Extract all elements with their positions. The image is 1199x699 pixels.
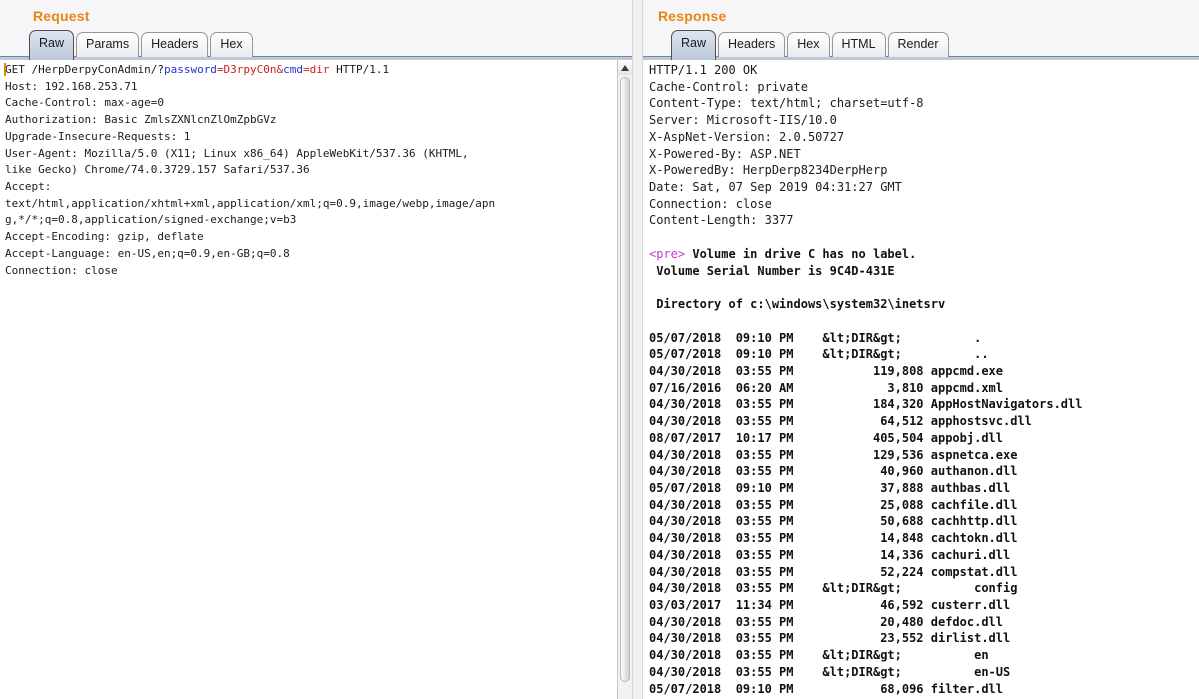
- text-line: 05/07/2018 09:10 PM 68,096 filter.dll: [649, 681, 1195, 698]
- text-line: like Gecko) Chrome/74.0.3729.157 Safari/…: [5, 162, 614, 179]
- request-tab-params[interactable]: Params: [76, 32, 139, 57]
- text-line: 04/30/2018 03:55 PM 25,088 cachfile.dll: [649, 497, 1195, 514]
- text-line: Accept-Encoding: gzip, deflate: [5, 229, 614, 246]
- request-tab-headers[interactable]: Headers: [141, 32, 208, 57]
- request-editor[interactable]: GET /HerpDerpyConAdmin/?password=D3rpyC0…: [0, 60, 632, 699]
- text-line: 03/03/2017 11:34 PM 46,592 custerr.dll: [649, 597, 1195, 614]
- response-panel-header: Response RawHeadersHexHTMLRender: [643, 0, 1199, 60]
- text-line: Directory of c:\windows\system32\inetsrv: [649, 296, 1195, 313]
- text-line: Date: Sat, 07 Sep 2019 04:31:27 GMT: [649, 179, 1195, 196]
- text-line: 04/30/2018 03:55 PM 129,536 aspnetca.exe: [649, 447, 1195, 464]
- request-panel-header: Request RawParamsHeadersHex: [0, 0, 632, 60]
- text-line: 04/30/2018 03:55 PM 64,512 apphostsvc.dl…: [649, 413, 1195, 430]
- text-line: 04/30/2018 03:55 PM 23,552 dirlist.dll: [649, 630, 1195, 647]
- response-tab-raw[interactable]: Raw: [671, 30, 716, 60]
- text-line: 05/07/2018 09:10 PM &lt;DIR&gt; .: [649, 330, 1195, 347]
- text-line: 04/30/2018 03:55 PM 50,688 cachhttp.dll: [649, 513, 1195, 530]
- panel-divider[interactable]: [632, 0, 643, 699]
- text-line: User-Agent: Mozilla/5.0 (X11; Linux x86_…: [5, 146, 614, 163]
- text-line: 08/07/2017 10:17 PM 405,504 appobj.dll: [649, 430, 1195, 447]
- text-line: Cache-Control: max-age=0: [5, 95, 614, 112]
- text-line: Connection: close: [5, 263, 614, 280]
- response-panel: Response RawHeadersHexHTMLRender HTTP/1.…: [643, 0, 1199, 699]
- response-tab-bar: RawHeadersHexHTMLRender: [671, 30, 951, 60]
- text-line: [649, 279, 1195, 296]
- scroll-up-button[interactable]: [618, 60, 632, 75]
- text-line: [649, 229, 1195, 246]
- text-line: 04/30/2018 03:55 PM 184,320 AppHostNavig…: [649, 396, 1195, 413]
- text-line: [649, 313, 1195, 330]
- response-panel-title: Response: [658, 8, 727, 24]
- text-line: X-PoweredBy: HerpDerp8234DerpHerp: [649, 162, 1195, 179]
- text-line: Accept:: [5, 179, 614, 196]
- text-line: Server: Microsoft-IIS/10.0: [649, 112, 1195, 129]
- request-panel: Request RawParamsHeadersHex GET /HerpDer…: [0, 0, 632, 699]
- text-line: Host: 192.168.253.71: [5, 79, 614, 96]
- request-tab-bar: RawParamsHeadersHex: [29, 30, 255, 60]
- response-raw-text[interactable]: HTTP/1.1 200 OKCache-Control: privateCon…: [643, 60, 1199, 697]
- response-viewer[interactable]: HTTP/1.1 200 OKCache-Control: privateCon…: [643, 60, 1199, 699]
- text-line: 04/30/2018 03:55 PM 14,848 cachtokn.dll: [649, 530, 1195, 547]
- text-line: 04/30/2018 03:55 PM &lt;DIR&gt; config: [649, 580, 1195, 597]
- text-line: Accept-Language: en-US,en;q=0.9,en-GB;q=…: [5, 246, 614, 263]
- text-line: X-Powered-By: ASP.NET: [649, 146, 1195, 163]
- text-line: 05/07/2018 09:10 PM 37,888 authbas.dll: [649, 480, 1195, 497]
- text-line: Volume Serial Number is 9C4D-431E: [649, 263, 1195, 280]
- text-line: Content-Length: 3377: [649, 212, 1195, 229]
- response-tab-headers[interactable]: Headers: [718, 32, 785, 57]
- text-line: HTTP/1.1 200 OK: [649, 62, 1195, 79]
- text-line: 04/30/2018 03:55 PM &lt;DIR&gt; en-US: [649, 664, 1195, 681]
- text-line: GET /HerpDerpyConAdmin/?password=D3rpyC0…: [5, 62, 614, 79]
- text-line: 04/30/2018 03:55 PM 119,808 appcmd.exe: [649, 363, 1195, 380]
- text-line: 04/30/2018 03:55 PM 20,480 defdoc.dll: [649, 614, 1195, 631]
- response-tab-hex[interactable]: Hex: [787, 32, 829, 57]
- request-tab-raw[interactable]: Raw: [29, 30, 74, 60]
- text-line: 05/07/2018 09:10 PM &lt;DIR&gt; ..: [649, 346, 1195, 363]
- text-line: g,*/*;q=0.8,application/signed-exchange;…: [5, 212, 614, 229]
- text-line: Authorization: Basic ZmlsZXNlcnZlOmZpbGV…: [5, 112, 614, 129]
- text-line: X-AspNet-Version: 2.0.50727: [649, 129, 1195, 146]
- text-line: Content-Type: text/html; charset=utf-8: [649, 95, 1195, 112]
- text-line: 04/30/2018 03:55 PM 52,224 compstat.dll: [649, 564, 1195, 581]
- request-panel-title: Request: [33, 8, 90, 24]
- response-tab-html[interactable]: HTML: [832, 32, 886, 57]
- request-scrollbar[interactable]: [617, 60, 632, 699]
- text-line: <pre> Volume in drive C has no label.: [649, 246, 1195, 263]
- request-raw-text[interactable]: GET /HerpDerpyConAdmin/?password=D3rpyC0…: [0, 60, 632, 279]
- text-line: Upgrade-Insecure-Requests: 1: [5, 129, 614, 146]
- text-line: 07/16/2016 06:20 AM 3,810 appcmd.xml: [649, 380, 1195, 397]
- text-line: 04/30/2018 03:55 PM 40,960 authanon.dll: [649, 463, 1195, 480]
- text-line: Cache-Control: private: [649, 79, 1195, 96]
- text-line: 04/30/2018 03:55 PM &lt;DIR&gt; en: [649, 647, 1195, 664]
- text-line: Connection: close: [649, 196, 1195, 213]
- text-line: 04/30/2018 03:55 PM 14,336 cachuri.dll: [649, 547, 1195, 564]
- request-tab-hex[interactable]: Hex: [210, 32, 252, 57]
- text-line: text/html,application/xhtml+xml,applicat…: [5, 196, 614, 213]
- response-tab-render[interactable]: Render: [888, 32, 949, 57]
- arrow-up-icon: [621, 65, 629, 71]
- text-cursor: [4, 63, 6, 76]
- request-scrollbar-thumb[interactable]: [620, 77, 630, 682]
